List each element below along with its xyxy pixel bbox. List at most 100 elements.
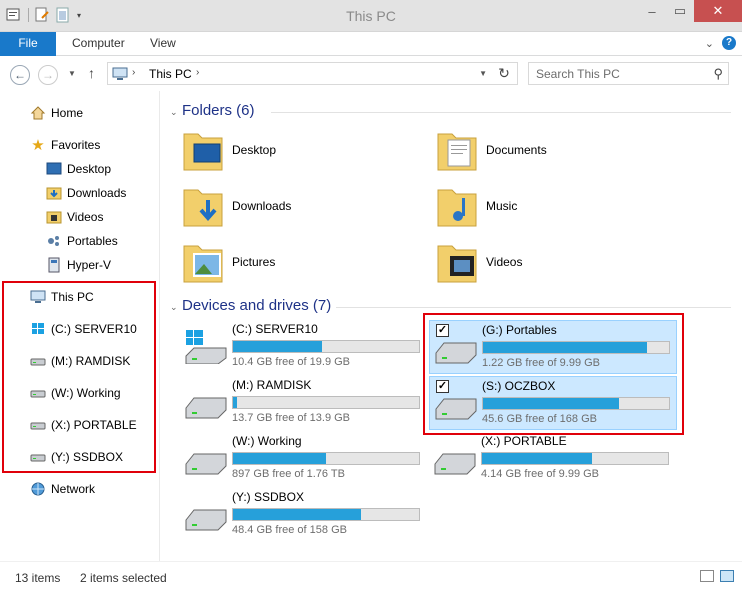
drive-usage-bar [232,340,420,353]
drive-free-space: 48.4 GB free of 158 GB [232,524,347,536]
nav-item-network[interactable]: Network [30,478,95,500]
nav-item-downloads[interactable]: Downloads [46,182,126,204]
view-switcher [700,570,734,582]
desktop-folder-icon [183,133,223,171]
drives-group-title[interactable]: Devices and drives (7) [182,297,331,314]
documents-folder-icon [437,133,477,171]
folder-documents[interactable]: Documents [436,126,686,178]
videos-folder-icon [437,245,477,283]
breadcrumb-chevron-icon[interactable]: › [196,67,199,78]
folder-name: Pictures [232,255,276,269]
tab-view[interactable]: View [136,32,190,56]
drive-name: (C:) SERVER10 [232,322,318,336]
breadcrumb-this-pc[interactable]: This PC [149,67,192,81]
hard-drive-icon [185,453,227,475]
address-dropdown-icon[interactable]: ▼ [479,69,487,78]
navigation-bar: ← → ▼ ↑ › This PC › ▼ ↻ Search This PC ⚲ [0,57,742,91]
hyper-v-icon [46,257,62,273]
folder-music[interactable]: Music [436,182,686,234]
drive-free-space: 10.4 GB free of 19.9 GB [232,356,351,368]
window-controls: – ▭ ✕ [638,0,742,22]
recent-locations-icon[interactable]: ▼ [68,69,76,78]
nav-item-label: Home [51,106,84,120]
nav-item-label: Hyper-V [67,258,112,272]
nav-item-favorites[interactable]: ★ Favorites [30,134,100,156]
ribbon-tabs: File Computer View ⌄ ? [0,32,742,56]
status-bar: 13 items 2 items selected [0,561,742,590]
drive-x[interactable]: (X:) PORTABLE 4.14 GB free of 9.99 GB [429,432,681,486]
hard-drive-icon [434,453,476,475]
drive-name: (Y:) SSDBOX [232,490,305,504]
refresh-icon[interactable]: ↻ [495,65,513,82]
tab-file[interactable]: File [0,32,56,56]
drive-usage-bar [232,396,420,409]
forward-button[interactable]: → [38,65,58,85]
nav-item-home[interactable]: Home [30,102,83,124]
nav-item-label: Favorites [51,138,101,152]
portables-icon [46,233,62,249]
drive-usage-bar [232,508,420,521]
drive-free-space: 13.7 GB free of 13.9 GB [232,412,351,424]
highlight-box-nav-drives [2,281,156,473]
up-button[interactable]: ↑ [88,65,95,81]
drive-name: (M:) RAMDISK [232,378,312,392]
folder-desktop[interactable]: Desktop [182,126,432,178]
expand-ribbon-icon[interactable]: ⌄ [705,37,714,50]
tiles-view-icon[interactable] [720,570,734,582]
collapse-folders-icon[interactable]: ⌄ [170,107,178,118]
nav-item-label: Portables [67,234,118,248]
star-icon: ★ [31,137,45,154]
close-button[interactable]: ✕ [694,0,742,22]
drive-name: (W:) Working [232,434,302,448]
search-input[interactable]: Search This PC [536,67,620,81]
window-title: This PC [346,8,396,24]
folder-name: Videos [486,255,523,269]
group-divider [336,307,731,308]
folder-name: Documents [486,143,547,157]
folder-videos[interactable]: Videos [436,238,686,290]
drive-c[interactable]: (C:) SERVER10 10.4 GB free of 19.9 GB [180,320,432,374]
drive-w[interactable]: (W:) Working 897 GB free of 1.76 TB [180,432,432,486]
hard-drive-icon [185,397,227,419]
collapse-drives-icon[interactable]: ⌄ [170,302,178,313]
nav-item-label: Network [51,482,96,496]
windows-drive-icon [185,330,227,364]
back-button[interactable]: ← [10,65,30,85]
network-icon [30,481,46,497]
nav-item-portables[interactable]: Portables [46,230,118,252]
nav-item-hyper-v[interactable]: Hyper-V [46,254,111,276]
computer-icon [112,67,128,80]
search-box[interactable]: Search This PC ⚲ [528,62,729,85]
address-bar[interactable]: › This PC › ▼ ↻ [107,62,518,85]
folder-name: Music [486,199,518,213]
drive-name: (X:) PORTABLE [481,434,567,448]
help-icon[interactable]: ? [722,36,736,50]
music-folder-icon [437,189,477,227]
details-view-icon[interactable] [700,570,714,582]
selection-count: 2 items selected [80,571,167,585]
breadcrumb-separator-icon[interactable]: › [132,67,135,78]
desktop-icon [46,161,62,177]
folder-name: Downloads [232,199,292,213]
pictures-folder-icon [183,245,223,283]
item-count: 13 items [15,571,61,585]
folders-group-title[interactable]: Folders (6) [182,102,255,119]
folder-pictures[interactable]: Pictures [182,238,432,290]
maximize-button[interactable]: ▭ [666,0,694,22]
videos-icon [46,209,62,225]
nav-item-videos[interactable]: Videos [46,206,103,228]
home-icon [30,105,46,121]
tab-computer[interactable]: Computer [58,32,139,56]
hard-drive-icon [185,509,227,531]
drive-m[interactable]: (M:) RAMDISK 13.7 GB free of 13.9 GB [180,376,432,430]
minimize-button[interactable]: – [638,0,666,22]
nav-item-label: Videos [67,210,104,224]
group-divider [271,112,731,113]
title-bar: ▾ This PC – ▭ ✕ [0,0,742,32]
folder-downloads[interactable]: Downloads [182,182,432,234]
nav-item-label: Downloads [67,186,127,200]
drive-usage-bar [232,452,420,465]
search-icon[interactable]: ⚲ [713,66,723,82]
drive-y[interactable]: (Y:) SSDBOX 48.4 GB free of 158 GB [180,488,432,542]
nav-item-desktop[interactable]: Desktop [46,158,111,180]
